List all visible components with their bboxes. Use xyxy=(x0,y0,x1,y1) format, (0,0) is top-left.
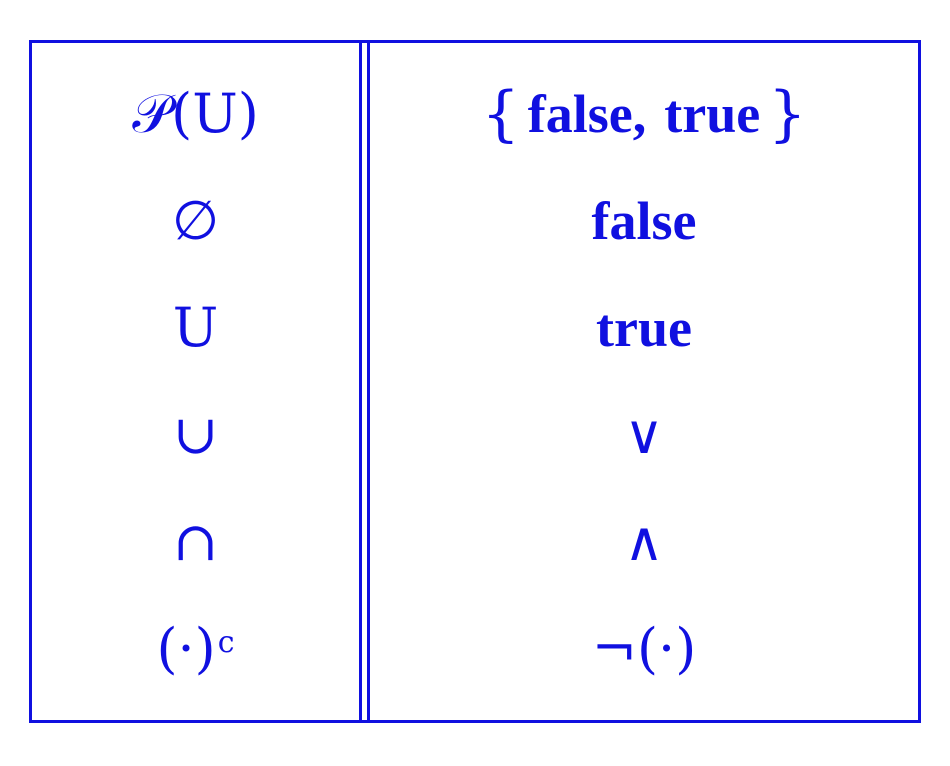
truth-values-set-cell: { false , true } xyxy=(370,61,918,168)
true-cell: true xyxy=(596,298,692,359)
power-set-cell: 𝒫(U) xyxy=(132,82,259,146)
complement-base: (·) xyxy=(156,616,216,680)
close-brace: } xyxy=(768,79,807,150)
correspondence-table: 𝒫(U) ∅ U ∪ ∩ (·) c { false , true } false… xyxy=(29,40,921,723)
comma-separator: , xyxy=(632,84,647,145)
empty-set-cell: ∅ xyxy=(171,189,220,253)
open-brace: { xyxy=(481,79,520,150)
false-value: false xyxy=(527,84,633,145)
intersection-cell: ∩ xyxy=(172,509,219,573)
union-cell: ∪ xyxy=(172,402,219,466)
double-rule-divider xyxy=(359,43,370,720)
complement-cell: (·) c xyxy=(32,595,359,702)
logic-operations-column: { false , true } false true ∨ ∧ ¬(·) xyxy=(370,43,918,720)
negation-cell: ¬(·) xyxy=(591,616,697,680)
true-value: true xyxy=(664,84,761,145)
false-cell: false xyxy=(591,191,697,252)
universe-cell: U xyxy=(172,296,219,360)
and-cell: ∧ xyxy=(624,509,664,573)
or-cell: ∨ xyxy=(624,402,664,466)
set-operations-column: 𝒫(U) ∅ U ∪ ∩ (·) c xyxy=(32,43,359,720)
complement-superscript: c xyxy=(217,624,235,660)
